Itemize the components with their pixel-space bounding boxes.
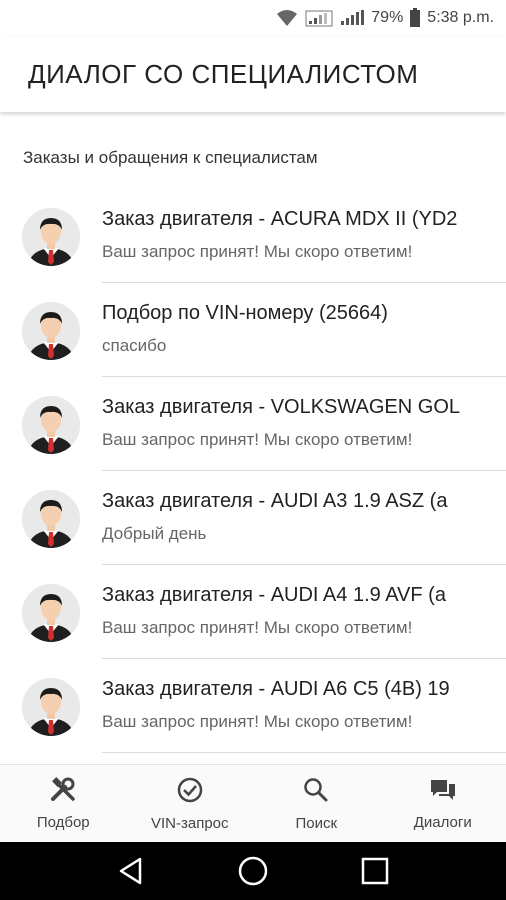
avatar-icon — [22, 208, 80, 266]
nav-label: Подбор — [36, 813, 90, 831]
dialog-list-item-2[interactable]: Подбор по VIN-номеру (25664) спасибо — [0, 283, 506, 377]
dialog-item-subtitle: Добрый день — [102, 524, 207, 543]
nav-item-search[interactable]: Поиск — [253, 765, 380, 842]
dialog-item-text: Заказ двигателя - VOLKSWAGEN GOL Ваш зап… — [102, 393, 484, 451]
dialog-item-text: Заказ двигателя - AUDI A3 1.9 ASZ (a Доб… — [102, 487, 484, 545]
avatar-icon — [22, 584, 80, 642]
avatar-icon — [22, 302, 80, 360]
dialog-item-title: Заказ двигателя - ACURA MDX II (YD2 — [102, 208, 458, 230]
dialog-item-subtitle: Ваш запрос принят! Мы скоро ответим! — [102, 712, 413, 731]
dialog-item-title: Подбор по VIN-номеру (25664) — [102, 302, 388, 324]
recent-apps-icon[interactable] — [360, 856, 390, 886]
divider — [102, 752, 506, 753]
nav-item-podbor[interactable]: Подбор — [0, 765, 127, 842]
avatar-icon — [22, 490, 80, 548]
dialog-item-subtitle: спасибо — [102, 336, 167, 355]
search-icon — [302, 776, 330, 809]
system-navigation-bar — [0, 842, 506, 900]
dialog-item-subtitle: Ваш запрос принят! Мы скоро ответим! — [102, 618, 413, 637]
signal-icon — [305, 8, 333, 28]
nav-item-dialogs[interactable]: Диалоги — [380, 765, 506, 842]
dialog-list-content[interactable]: Заказы и обращения к специалистам Заказ … — [0, 112, 506, 764]
status-bar: 79% 5:38 p.m. — [0, 0, 506, 36]
dialog-list-item-1[interactable]: Заказ двигателя - ACURA MDX II (YD2 Ваш … — [0, 189, 506, 283]
avatar-icon — [22, 678, 80, 736]
dialog-item-text: Подбор по VIN-номеру (25664) спасибо — [102, 299, 484, 357]
dialog-item-text: Заказ двигателя - AUDI A4 1.9 AVF (a Ваш… — [102, 581, 484, 639]
dialog-item-text: Заказ двигателя - AUDI A6 C5 (4B) 19 Ваш… — [102, 675, 484, 733]
dialog-list-item-3[interactable]: Заказ двигателя - VOLKSWAGEN GOL Ваш зап… — [0, 377, 506, 471]
dialog-item-title: Заказ двигателя - AUDI A4 1.9 AVF (a — [102, 584, 446, 606]
section-title: Заказы и обращения к специалистам — [23, 148, 318, 167]
avatar-icon — [22, 396, 80, 454]
dialog-list-item-5[interactable]: Заказ двигателя - AUDI A4 1.9 AVF (a Ваш… — [0, 565, 506, 659]
dialog-item-subtitle: Ваш запрос принят! Мы скоро ответим! — [102, 430, 413, 449]
chat-icon — [429, 777, 457, 808]
battery-percentage: 79% — [371, 9, 404, 26]
dialog-item-title: Заказ двигателя - AUDI A6 C5 (4B) 19 — [102, 678, 450, 700]
home-icon[interactable] — [237, 855, 269, 887]
nav-label: Диалоги — [413, 813, 472, 831]
back-icon[interactable] — [116, 856, 146, 886]
wifi-icon — [275, 9, 299, 27]
nav-label: Поиск — [295, 814, 338, 832]
dialog-item-title: Заказ двигателя - AUDI A3 1.9 ASZ (a — [102, 490, 448, 512]
check-circle-icon — [176, 776, 204, 809]
dialog-list-item-4[interactable]: Заказ двигателя - AUDI A3 1.9 ASZ (a Доб… — [0, 471, 506, 565]
dialog-list-item-6[interactable]: Заказ двигателя - AUDI A6 C5 (4B) 19 Ваш… — [0, 659, 506, 753]
app-bar: ДИАЛОГ СО СПЕЦИАЛИСТОМ — [0, 36, 506, 112]
battery-icon — [409, 8, 421, 28]
dialog-item-text: Заказ двигателя - ACURA MDX II (YD2 Ваш … — [102, 205, 484, 263]
nav-label: VIN-запрос — [150, 814, 229, 832]
dialog-item-title: Заказ двигателя - VOLKSWAGEN GOL — [102, 396, 460, 418]
tools-icon — [49, 776, 77, 808]
dialog-list: Заказ двигателя - ACURA MDX II (YD2 Ваш … — [0, 189, 506, 753]
signal-icon-2 — [339, 8, 365, 28]
page-title: ДИАЛОГ СО СПЕЦИАЛИСТОМ — [28, 58, 419, 89]
bottom-navigation: Подбор VIN-запрос Поиск Диалоги — [0, 764, 506, 842]
nav-item-vin-request[interactable]: VIN-запрос — [127, 765, 254, 842]
status-time: 5:38 p.m. — [427, 9, 494, 26]
dialog-item-subtitle: Ваш запрос принят! Мы скоро ответим! — [102, 242, 413, 261]
